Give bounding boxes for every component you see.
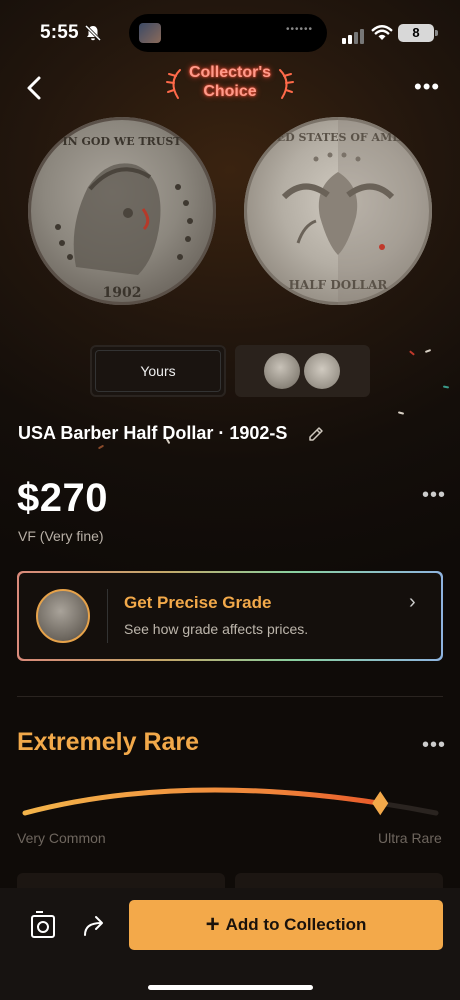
island-thumbnail — [139, 23, 161, 43]
thumbnail-yours[interactable]: Yours — [90, 345, 226, 397]
thumbnail-selection-frame — [95, 350, 221, 392]
mini-coin-obverse — [264, 353, 300, 389]
chevron-right-icon: › — [409, 591, 416, 613]
coin-obverse-image[interactable]: 1902 IN GOD WE TRUST — [28, 117, 216, 305]
home-indicator[interactable] — [148, 985, 313, 990]
obverse-engraving: 1902 IN GOD WE TRUST — [55, 135, 193, 301]
obverse-date-engraving: 1902 — [103, 285, 142, 301]
add-to-collection-button[interactable]: + Add to Collection — [129, 900, 443, 950]
status-time: 5:55 — [40, 22, 79, 43]
grade-card-subtitle: See how grade affects prices. — [124, 621, 309, 637]
confetti-piece — [397, 411, 405, 415]
reverse-legend-engraving: UNITED STATES OF AMERICA — [244, 131, 432, 144]
share-arrow-icon[interactable] — [82, 912, 108, 938]
collectors-choice-badge: Collector's Choice — [160, 60, 300, 104]
battery-tip — [435, 30, 438, 36]
rarity-title: Extremely Rare — [17, 728, 200, 756]
grade-card-title: Get Precise Grade — [124, 593, 272, 612]
add-to-collection-label: Add to Collection — [225, 915, 367, 934]
edit-pencil-icon[interactable] — [306, 424, 326, 444]
rarity-max-label: Ultra Rare — [378, 830, 442, 846]
rarity-marker-icon — [372, 791, 389, 816]
rarity-min-label: Very Common — [17, 830, 106, 846]
confetti-piece — [97, 444, 105, 450]
confetti-piece — [424, 349, 432, 353]
rarity-fill — [22, 787, 383, 816]
more-options-icon[interactable]: ••• — [414, 74, 440, 100]
coin-price: $270 — [17, 476, 108, 520]
dynamic-island: •••••• — [129, 14, 327, 52]
confetti-piece — [409, 350, 415, 356]
coin-reverse-image[interactable]: UNITED STATES OF AMERICA HALF DOLLAR — [244, 117, 432, 305]
coin-title: USA Barber Half Dollar · 1902-S — [18, 423, 288, 443]
badge-line-1: Collector's — [188, 64, 272, 81]
camera-icon[interactable] — [30, 911, 56, 939]
obverse-motto-engraving: IN GOD WE TRUST — [63, 135, 183, 148]
status-bar: 5:55 •••••• 8 — [0, 0, 460, 60]
wifi-icon — [371, 25, 393, 40]
rarity-meter — [22, 787, 439, 816]
battery-level: 8 — [398, 24, 434, 42]
grade-card-body: Get Precise Grade See how grade affects … — [19, 573, 441, 659]
badge-text: Collector's Choice — [160, 60, 300, 101]
section-divider — [17, 696, 443, 697]
coin-grade: VF (Very fine) — [18, 528, 104, 544]
rarity-more-icon[interactable]: ••• — [422, 734, 446, 757]
signal-icon — [342, 26, 366, 44]
island-dots-icon: •••••• — [285, 24, 313, 35]
price-more-icon[interactable]: ••• — [422, 484, 446, 507]
thumbnail-reference[interactable] — [235, 345, 370, 397]
grade-card-divider — [107, 589, 108, 643]
back-chevron-icon[interactable] — [22, 74, 46, 102]
precise-grade-card[interactable]: Get Precise Grade See how grade affects … — [17, 571, 443, 661]
plus-icon: + — [205, 911, 220, 938]
badge-line-2: Choice — [203, 83, 257, 100]
mini-coin-reverse — [304, 353, 340, 389]
bell-off-icon — [84, 24, 102, 42]
reverse-denomination-engraving: HALF DOLLAR — [289, 278, 389, 292]
confetti-piece — [442, 385, 450, 389]
grade-card-coin-image — [36, 589, 90, 643]
reverse-engraving: UNITED STATES OF AMERICA HALF DOLLAR — [244, 117, 432, 305]
